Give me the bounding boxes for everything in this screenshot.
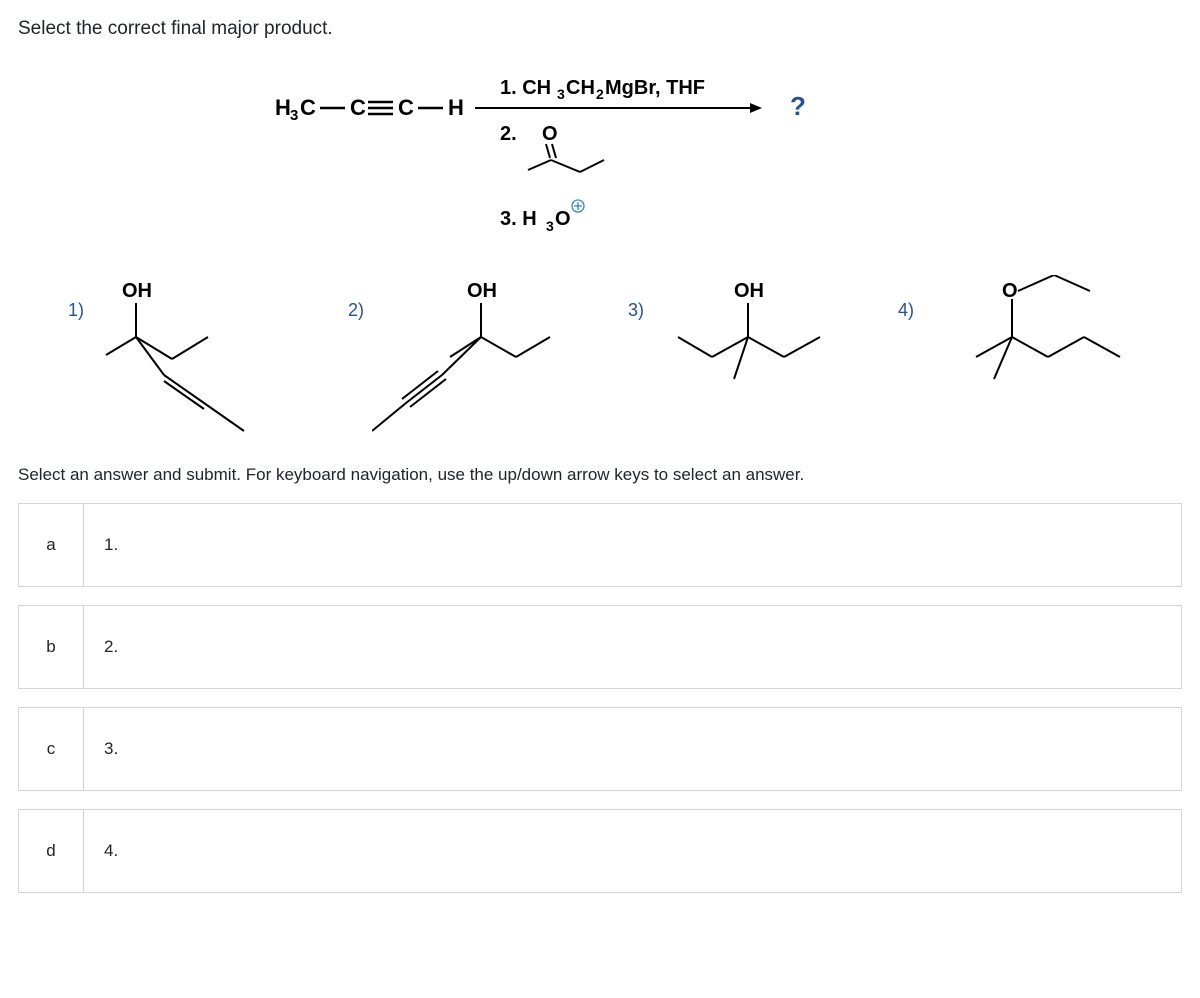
answer-option-c[interactable]: c 3. (18, 707, 1182, 791)
svg-text:MgBr, THF: MgBr, THF (605, 77, 705, 99)
svg-text:O: O (1002, 280, 1018, 302)
structure-option-2-num: 2) (348, 300, 364, 321)
svg-text:3: 3 (546, 218, 554, 234)
structure-option-4: 4) O (898, 275, 1132, 395)
structure-option-1: 1) OH (68, 275, 292, 435)
structure-option-2: 2) OH (348, 275, 572, 435)
answer-key: a (19, 504, 84, 586)
svg-text:C: C (300, 95, 316, 120)
svg-text:C: C (398, 95, 414, 120)
question-prompt: Select the correct final major product. (18, 18, 1182, 40)
svg-text:2: 2 (596, 86, 604, 102)
answer-value: 4. (84, 841, 118, 861)
svg-text:H: H (448, 95, 464, 120)
answer-value: 2. (84, 637, 118, 657)
answer-value: 1. (84, 535, 118, 555)
answer-instructions: Select an answer and submit. For keyboar… (18, 465, 1182, 485)
answer-list: a 1. b 2. c 3. d 4. (18, 503, 1182, 893)
reaction-scheme: H 3 C C C H 1. CH 3 CH 2 MgBr, THF 2. O (18, 70, 1182, 250)
answer-option-a[interactable]: a 1. (18, 503, 1182, 587)
svg-text:CH: CH (566, 77, 595, 99)
answer-key: b (19, 606, 84, 688)
svg-text:OH: OH (467, 280, 497, 302)
structure-options-row: 1) OH 2) OH (18, 275, 1182, 435)
answer-value: 3. (84, 739, 118, 759)
structure-option-3: 3) OH (628, 275, 842, 395)
svg-text:H: H (275, 95, 291, 120)
answer-key: c (19, 708, 84, 790)
svg-text:2.: 2. (500, 123, 517, 145)
svg-text:3: 3 (290, 107, 298, 124)
svg-text:3. H: 3. H (500, 208, 537, 230)
svg-text:3: 3 (557, 86, 565, 102)
structure-option-1-num: 1) (68, 300, 84, 321)
structure-option-3-num: 3) (628, 300, 644, 321)
answer-option-d[interactable]: d 4. (18, 809, 1182, 893)
svg-text:O: O (555, 208, 571, 230)
answer-key: d (19, 810, 84, 892)
svg-text:1. CH: 1. CH (500, 77, 551, 99)
svg-text:?: ? (790, 91, 806, 121)
svg-text:O: O (542, 123, 558, 145)
structure-option-4-num: 4) (898, 300, 914, 321)
svg-text:OH: OH (122, 280, 152, 302)
svg-text:C: C (350, 95, 366, 120)
svg-text:OH: OH (734, 280, 764, 302)
answer-option-b[interactable]: b 2. (18, 605, 1182, 689)
